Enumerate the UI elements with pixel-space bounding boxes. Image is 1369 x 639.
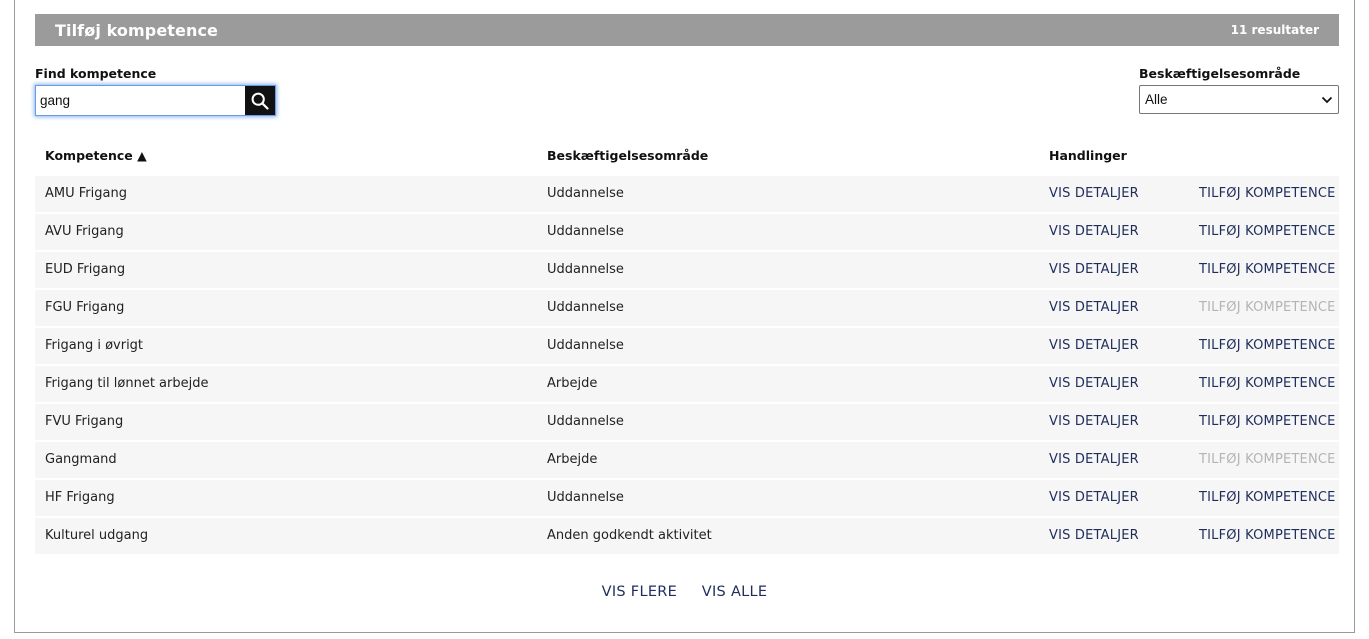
table-row: HF Frigang Uddannelse VIS DETALJER TILFØJ K… <box>35 480 1339 516</box>
add-competence-link[interactable]: TILFØJ KOMPETENCE <box>1199 404 1336 440</box>
table-row: EUD Frigang Uddannelse VIS DETALJER TILFØJ … <box>35 252 1339 288</box>
competence-name: AVU Frigang <box>45 224 124 239</box>
add-competence-link[interactable]: TILFØJ KOMPETENCE <box>1199 214 1336 250</box>
competence-name: FGU Frigang <box>45 300 125 315</box>
competence-area: Arbejde <box>547 376 598 391</box>
show-more-link[interactable]: VIS FLERE <box>602 584 678 600</box>
competence-name: HF Frigang <box>45 490 115 505</box>
add-competence-link[interactable]: TILFØJ KOMPETENCE <box>1199 252 1336 288</box>
view-details-link[interactable]: VIS DETALJER <box>1049 214 1139 250</box>
search-box <box>35 85 276 116</box>
competence-name: EUD Frigang <box>45 262 126 277</box>
show-all-link[interactable]: VIS ALLE <box>702 584 768 600</box>
competence-name: Frigang i øvrigt <box>45 338 144 353</box>
view-details-link[interactable]: VIS DETALJER <box>1049 480 1139 516</box>
table-row: Frigang til lønnet arbejde Arbejde VIS DET… <box>35 366 1339 402</box>
add-competence-link: TILFØJ KOMPETENCE <box>1199 300 1336 315</box>
panel-header: Tilføj kompetence 11 resultater <box>35 14 1339 46</box>
search-input[interactable] <box>36 86 245 115</box>
competence-name: Gangmand <box>45 452 117 467</box>
view-details-link[interactable]: VIS DETALJER <box>1049 176 1139 212</box>
add-competence-link[interactable]: TILFØJ KOMPETENCE <box>1199 480 1336 516</box>
panel-title: Tilføj kompetence <box>55 20 218 40</box>
competence-area: Uddannelse <box>547 490 624 505</box>
add-competence-link[interactable]: TILFØJ KOMPETENCE <box>1199 518 1336 554</box>
competence-table: AMU Frigang Uddannelse VIS DETALJER TILFØJ … <box>35 176 1339 556</box>
competence-area: Uddannelse <box>547 414 624 429</box>
view-details-link[interactable]: VIS DETALJER <box>1049 442 1139 478</box>
column-header-area: Beskæftigelsesområde <box>547 148 709 163</box>
column-header-competence[interactable]: Kompetence ▲ <box>45 148 147 163</box>
competence-area: Arbejde <box>547 452 598 467</box>
add-competence-link[interactable]: TILFØJ KOMPETENCE <box>1199 176 1336 212</box>
view-details-link[interactable]: VIS DETALJER <box>1049 518 1139 554</box>
table-row: FVU Frigang Uddannelse VIS DETALJER TILFØJ … <box>35 404 1339 440</box>
competence-name: Kulturel udgang <box>45 528 149 543</box>
view-details-link[interactable]: VIS DETALJER <box>1049 328 1139 364</box>
view-details-link[interactable]: VIS DETALJER <box>1049 252 1139 288</box>
competence-name: FVU Frigang <box>45 414 124 429</box>
add-competence-link: TILFØJ KOMPETENCE <box>1199 452 1336 467</box>
table-row: AVU Frigang Uddannelse VIS DETALJER TILFØJ … <box>35 214 1339 250</box>
competence-name: AMU Frigang <box>45 186 127 201</box>
table-row: Gangmand Arbejde VIS DETALJER TILFØJ KOMPET… <box>35 442 1339 478</box>
competence-area: Uddannelse <box>547 338 624 353</box>
competence-name: Frigang til lønnet arbejde <box>45 376 209 391</box>
view-details-link[interactable]: VIS DETALJER <box>1049 404 1139 440</box>
table-row: FGU Frigang Uddannelse VIS DETALJER TILFØJ … <box>35 290 1339 326</box>
area-filter-select[interactable]: Alle <box>1139 85 1339 114</box>
chevron-down-icon <box>1321 96 1333 103</box>
add-competence-link[interactable]: TILFØJ KOMPETENCE <box>1199 366 1336 402</box>
search-icon <box>251 92 269 110</box>
competence-area: Uddannelse <box>547 300 624 315</box>
column-header-actions: Handlinger <box>1049 148 1127 163</box>
table-row: Frigang i øvrigt Uddannelse VIS DETALJER TI… <box>35 328 1339 364</box>
area-filter-value: Alle <box>1145 92 1168 107</box>
table-row: AMU Frigang Uddannelse VIS DETALJER TILFØJ … <box>35 176 1339 212</box>
view-details-link[interactable]: VIS DETALJER <box>1049 366 1139 402</box>
view-details-link[interactable]: VIS DETALJER <box>1049 290 1139 326</box>
search-label: Find kompetence <box>35 66 157 81</box>
area-filter-label: Beskæftigelsesområde <box>1139 66 1301 81</box>
pagination-links: VIS FLERE VIS ALLE <box>0 584 1369 600</box>
competence-area: Uddannelse <box>547 224 624 239</box>
add-competence-link[interactable]: TILFØJ KOMPETENCE <box>1199 328 1336 364</box>
competence-area: Uddannelse <box>547 186 624 201</box>
competence-area: Uddannelse <box>547 262 624 277</box>
competence-area: Anden godkendt aktivitet <box>547 528 712 543</box>
table-row: Kulturel udgang Anden godkendt aktivitet V… <box>35 518 1339 554</box>
result-count: 11 resultater <box>1230 23 1319 37</box>
search-button[interactable] <box>245 86 275 115</box>
